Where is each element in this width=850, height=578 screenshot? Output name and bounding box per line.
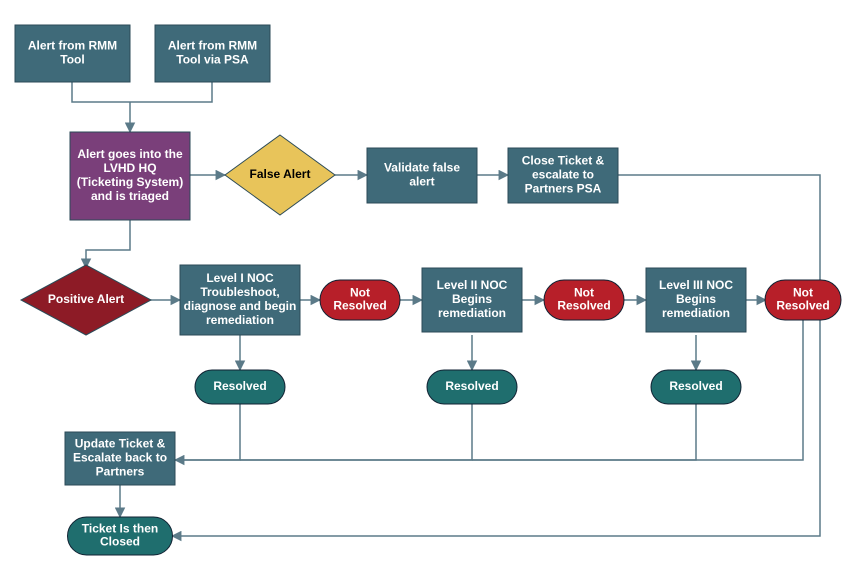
svg-text:Resolved: Resolved — [445, 379, 498, 393]
conn-close-to-ticketclosed — [172, 175, 820, 536]
svg-text:Alert goes into the: Alert goes into the — [77, 147, 183, 161]
conn-rmm1-down — [72, 82, 130, 102]
svg-text:Partners PSA: Partners PSA — [525, 182, 602, 196]
svg-text:Resolved: Resolved — [213, 379, 266, 393]
svg-text:Ticket Is then: Ticket Is then — [82, 522, 158, 536]
svg-text:Not: Not — [793, 286, 813, 300]
svg-text:Not: Not — [574, 286, 594, 300]
conn-triage-positive — [86, 220, 130, 268]
conn-res3-line — [472, 404, 696, 460]
svg-text:remediation: remediation — [438, 306, 506, 320]
conn-res2-line — [240, 404, 472, 460]
svg-text:(Ticketing System): (Ticketing System) — [77, 175, 183, 189]
svg-text:escalate to: escalate to — [532, 168, 594, 182]
svg-text:remediation: remediation — [206, 313, 274, 327]
svg-text:Troubleshoot,: Troubleshoot, — [200, 285, 279, 299]
svg-text:Partners: Partners — [96, 465, 145, 479]
svg-text:Level II NOC: Level II NOC — [437, 278, 508, 292]
svg-text:Resolved: Resolved — [333, 299, 386, 313]
svg-text:False Alert: False Alert — [250, 167, 311, 181]
svg-text:Alert from RMM: Alert from RMM — [28, 39, 117, 53]
svg-text:and is triaged: and is triaged — [91, 189, 169, 203]
svg-text:Begins: Begins — [452, 292, 492, 306]
svg-text:alert: alert — [409, 175, 434, 189]
svg-text:Positive Alert: Positive Alert — [48, 292, 124, 306]
svg-text:Closed: Closed — [100, 535, 140, 549]
svg-text:Alert from RMM: Alert from RMM — [168, 39, 257, 53]
svg-text:Not: Not — [350, 286, 370, 300]
svg-text:Begins: Begins — [676, 292, 716, 306]
conn-res1-update — [175, 404, 240, 460]
svg-text:Resolved: Resolved — [669, 379, 722, 393]
svg-text:Tool: Tool — [60, 53, 84, 67]
svg-text:Level I NOC: Level I NOC — [206, 271, 274, 285]
svg-text:Validate false: Validate false — [384, 161, 460, 175]
svg-text:Update Ticket &: Update Ticket & — [75, 437, 166, 451]
svg-text:Resolved: Resolved — [557, 299, 610, 313]
svg-text:Escalate back to: Escalate back to — [73, 451, 167, 465]
conn-rmm2-down — [130, 82, 212, 102]
svg-text:Level III NOC: Level III NOC — [659, 278, 733, 292]
svg-text:Tool via PSA: Tool via PSA — [176, 53, 249, 67]
svg-text:diagnose and begin: diagnose and begin — [184, 299, 297, 313]
svg-text:Resolved: Resolved — [776, 299, 829, 313]
svg-text:Close Ticket &: Close Ticket & — [522, 154, 605, 168]
svg-text:remediation: remediation — [662, 306, 730, 320]
svg-text:LVHD HQ: LVHD HQ — [103, 161, 156, 175]
